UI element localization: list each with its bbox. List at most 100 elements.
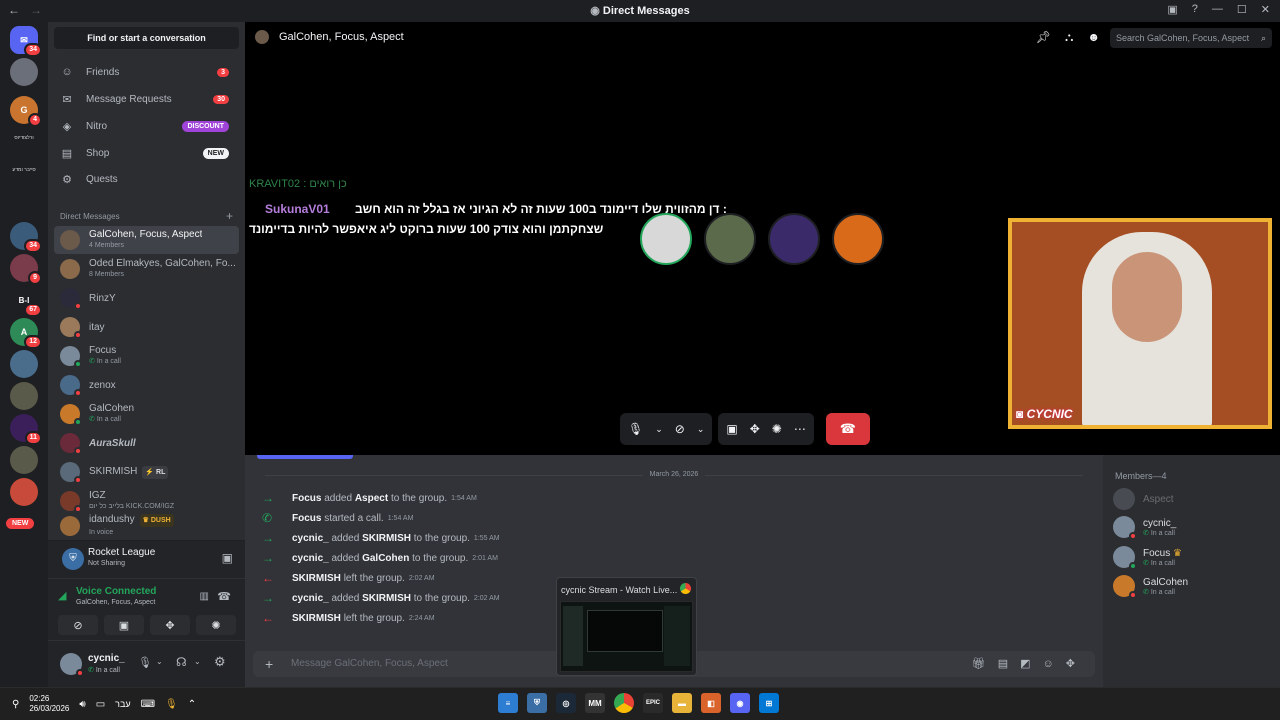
mm-app-icon[interactable]: MM	[585, 693, 605, 713]
server-8[interactable]: A 12	[10, 318, 42, 349]
close-icon[interactable]: ✕	[1261, 3, 1270, 16]
soundboard-button[interactable]: ✺	[196, 615, 236, 635]
find-conversation-button[interactable]: Find or start a conversation	[54, 27, 239, 49]
server-9[interactable]	[10, 350, 38, 378]
dm-item-zenox[interactable]: zenox	[54, 371, 239, 399]
apps-icon[interactable]: ✥	[1066, 651, 1075, 677]
discord-app-icon[interactable]: ◉	[730, 693, 750, 713]
share-screen-button[interactable]: ▣	[104, 615, 144, 635]
call-participant-avatar[interactable]	[768, 213, 820, 265]
noise-suppression-icon[interactable]: ▥	[200, 591, 209, 602]
attach-plus-icon[interactable]: +	[265, 651, 273, 677]
inbox-icon[interactable]: ▣	[1167, 3, 1177, 16]
mic-icon[interactable]: 🎙︎	[138, 656, 152, 669]
activities-button[interactable]: ✥	[150, 615, 190, 635]
gift-icon[interactable]: 🎁︎	[972, 651, 986, 677]
volume-icon[interactable]: 🔊︎	[79, 699, 85, 710]
dm-item-rinzy[interactable]: RinzY	[54, 284, 239, 312]
server-1[interactable]	[10, 58, 38, 86]
message-target[interactable]: GalCohen	[362, 553, 409, 564]
server-6[interactable]: 9	[10, 254, 42, 285]
more-icon[interactable]: ⋯	[794, 422, 806, 436]
message-user[interactable]: SKIRMISH	[292, 613, 341, 624]
message-user[interactable]: Focus	[292, 513, 321, 524]
nav-nitro[interactable]: ◈ Nitro DISCOUNT	[54, 114, 239, 138]
dm-item-itay[interactable]: itay	[54, 313, 239, 341]
settings-gear-icon[interactable]: ⚙	[214, 654, 226, 670]
epic-games-app-icon[interactable]: EPIC	[643, 693, 663, 713]
new-pill[interactable]: NEW	[6, 518, 35, 529]
username[interactable]: cycnic_	[88, 653, 125, 664]
server-2[interactable]: G4	[10, 96, 42, 127]
windows-store-app-icon[interactable]: ⊞	[759, 693, 779, 713]
office-app-icon[interactable]: ◧	[701, 693, 721, 713]
stream-preview[interactable]: cycnic Stream - Watch Live...	[556, 577, 697, 676]
help-icon[interactable]: ?	[1192, 3, 1198, 16]
member-item-aspect[interactable]: Aspect	[1113, 486, 1273, 512]
message-user[interactable]: cycnic_	[292, 533, 329, 544]
maximize-icon[interactable]: ☐	[1237, 3, 1247, 16]
chat-resize-handle[interactable]	[257, 455, 353, 459]
screen-share-icon[interactable]: ▣	[726, 422, 737, 436]
notepad-app-icon[interactable]: ≡	[498, 693, 518, 713]
chevron-down-icon[interactable]: ⌄	[156, 657, 163, 666]
disconnect-icon[interactable]: ☎	[217, 590, 231, 603]
dm-item-focus[interactable]: Focus ✆ In a call	[54, 342, 239, 370]
voice-channel[interactable]: GalCohen, Focus, Aspect	[76, 599, 155, 606]
message-target[interactable]: SKIRMISH	[362, 593, 411, 604]
chevron-down-icon[interactable]: ⌄	[697, 424, 705, 435]
server-7[interactable]: B-I 67	[10, 286, 42, 317]
nav-quests[interactable]: ⚙ Quests	[54, 167, 239, 191]
server-13[interactable]	[10, 478, 38, 506]
dm-item-group-oded[interactable]: Oded Elmakyes, GalCohen, Fo... 8 Members	[54, 255, 239, 283]
nav-friends[interactable]: ☺ Friends 3	[54, 60, 239, 84]
keyboard-icon[interactable]: ⌨	[141, 699, 155, 710]
message-user[interactable]: SKIRMISH	[292, 573, 341, 584]
file-explorer-app-icon[interactable]: ▬	[672, 693, 692, 713]
message-user[interactable]: cycnic_	[292, 593, 329, 604]
camera-off-button[interactable]: ⊘	[58, 615, 98, 635]
headphones-icon[interactable]: ☊	[176, 655, 187, 669]
call-participant-avatar[interactable]	[832, 213, 884, 265]
emoji-icon[interactable]: ☺	[1043, 651, 1054, 677]
chrome-app-icon[interactable]	[614, 693, 634, 713]
server-5[interactable]: 34	[10, 222, 42, 253]
member-list-icon[interactable]: ☻	[1087, 30, 1100, 45]
dm-item-skirmish[interactable]: SKIRMISH ⚡ RL	[54, 458, 239, 486]
call-participant-avatar[interactable]	[640, 213, 692, 265]
pin-icon[interactable]: 📌︎	[1036, 30, 1051, 45]
soundboard-icon[interactable]: ✺	[772, 422, 782, 436]
display-icon[interactable]: ▭	[96, 699, 105, 710]
chevron-up-icon[interactable]: ⌃	[188, 699, 196, 710]
steam-app-icon[interactable]: ◎	[556, 693, 576, 713]
network-icon[interactable]: ⚲	[12, 699, 19, 710]
search-input[interactable]: Search GalCohen, Focus, Aspect ⌕	[1110, 28, 1272, 48]
dm-item-igz[interactable]: IGZ בלייב כל יום KICK.COM/IGZ	[54, 487, 239, 515]
message-user[interactable]: Focus	[292, 493, 321, 504]
create-dm-plus-icon[interactable]: +	[226, 209, 233, 223]
message-user[interactable]: cycnic_	[292, 553, 329, 564]
server-12[interactable]	[10, 446, 38, 474]
dm-item-auraskull[interactable]: AuraSkull	[54, 429, 239, 457]
chevron-down-icon[interactable]: ⌄	[194, 657, 201, 666]
nav-shop[interactable]: ▤ Shop NEW	[54, 141, 239, 165]
sticker-icon[interactable]: ◩	[1020, 651, 1030, 677]
member-item-cycnic[interactable]: cycnic_ ✆ In a call	[1113, 514, 1273, 540]
server-4-label[interactable]: סייבר ומדע	[4, 167, 44, 173]
member-item-focus[interactable]: Focus ♛ ✆ In a call	[1113, 544, 1273, 570]
server-3-label[interactable]: ורלצודיוס	[4, 135, 44, 141]
chevron-down-icon[interactable]: ⌄	[655, 424, 663, 435]
activities-icon[interactable]: ✥	[750, 422, 760, 436]
server-10[interactable]	[10, 382, 38, 410]
call-participant-avatar[interactable]	[704, 213, 756, 265]
message-target[interactable]: SKIRMISH	[362, 533, 411, 544]
add-friends-icon[interactable]: ⛬	[1065, 30, 1073, 45]
mic-tray-icon[interactable]: 🎙︎	[165, 699, 178, 710]
clock[interactable]: 02:26 26/03/2026	[29, 694, 69, 714]
dm-item-group-galcohen[interactable]: GalCohen, Focus, Aspect 4 Members	[54, 226, 239, 254]
voice-status[interactable]: Voice Connected	[76, 586, 156, 597]
home-button[interactable]: ✉ 34	[10, 26, 42, 57]
language-indicator[interactable]: עבר	[115, 699, 130, 709]
hang-up-button[interactable]: ☎	[825, 413, 870, 445]
share-screen-icon[interactable]: ▣	[222, 551, 233, 565]
